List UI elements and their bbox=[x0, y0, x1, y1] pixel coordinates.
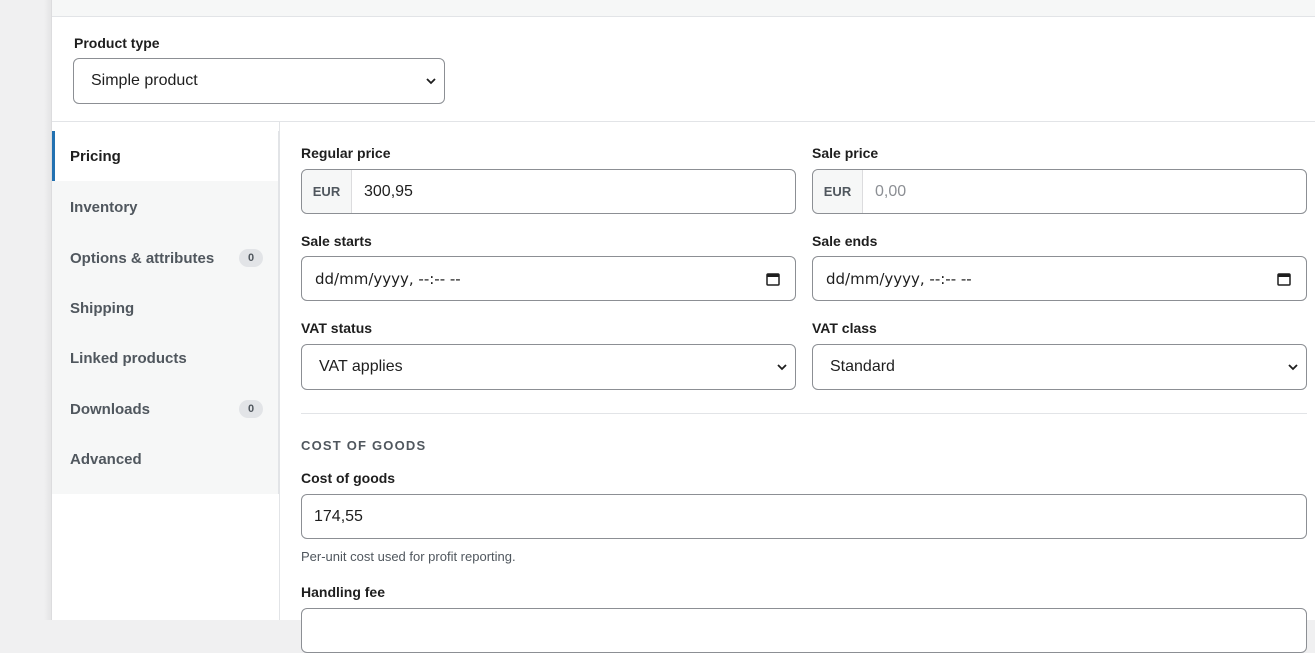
product-type-select[interactable]: Simple product bbox=[73, 58, 445, 104]
sale-starts-label: Sale starts bbox=[301, 233, 372, 249]
product-type-value: Simple product bbox=[91, 72, 198, 89]
vat-class-select[interactable]: Standard bbox=[812, 344, 1307, 390]
regular-price-field[interactable]: EUR 300,95 bbox=[301, 169, 796, 214]
vat-status-select[interactable]: VAT applies bbox=[301, 344, 796, 390]
regular-price-label: Regular price bbox=[301, 145, 391, 161]
calendar-icon[interactable] bbox=[765, 271, 781, 287]
sale-price-field[interactable]: EUR 0,00 bbox=[812, 169, 1307, 214]
sale-starts-field[interactable]: dd/mm/yyyy, --:-- -- bbox=[301, 256, 796, 301]
sale-price-label: Sale price bbox=[812, 145, 879, 161]
tab-linked-products[interactable]: Linked products bbox=[52, 333, 278, 383]
count-badge: 0 bbox=[239, 249, 263, 267]
product-data-panel: Product type Simple product Pricing Inve… bbox=[51, 0, 1315, 653]
sale-starts-value: dd/mm/yyyy, --:-- -- bbox=[315, 269, 461, 288]
cost-of-goods-value: 174,55 bbox=[314, 507, 363, 525]
tab-pricing[interactable]: Pricing bbox=[52, 131, 278, 181]
calendar-icon[interactable] bbox=[1276, 271, 1292, 287]
tab-options-attributes[interactable]: Options & attributes 0 bbox=[52, 233, 278, 283]
sale-ends-label: Sale ends bbox=[812, 233, 878, 249]
tab-label: Options & attributes bbox=[70, 249, 215, 267]
cost-of-goods-label: Cost of goods bbox=[301, 470, 396, 486]
tab-label: Downloads bbox=[70, 400, 151, 418]
regular-price-value: 300,95 bbox=[364, 182, 413, 200]
tab-downloads[interactable]: Downloads 0 bbox=[52, 384, 278, 434]
sale-ends-value: dd/mm/yyyy, --:-- -- bbox=[826, 269, 972, 288]
section-divider bbox=[301, 413, 1307, 414]
tab-advanced[interactable]: Advanced bbox=[52, 434, 278, 484]
chevron-down-icon bbox=[777, 364, 787, 371]
tabs-divider bbox=[279, 122, 280, 620]
tab-label: Advanced bbox=[70, 450, 142, 468]
chevron-down-icon bbox=[426, 78, 436, 85]
tab-label: Pricing bbox=[70, 147, 121, 165]
cost-of-goods-help: Per-unit cost used for profit reporting. bbox=[301, 549, 516, 564]
cost-of-goods-field[interactable]: 174,55 bbox=[301, 494, 1307, 539]
tab-label: Shipping bbox=[70, 299, 135, 317]
vat-class-label: VAT class bbox=[812, 320, 877, 336]
panel-header-bar bbox=[52, 0, 1315, 17]
header-divider bbox=[52, 121, 1315, 122]
sale-ends-field[interactable]: dd/mm/yyyy, --:-- -- bbox=[812, 256, 1307, 301]
handling-fee-label: Handling fee bbox=[301, 584, 386, 600]
tab-inventory[interactable]: Inventory bbox=[52, 182, 278, 232]
tab-label: Linked products bbox=[70, 349, 187, 367]
admin-sidebar-edge bbox=[0, 0, 51, 620]
count-badge: 0 bbox=[239, 400, 263, 418]
product-data-tabs: Pricing Inventory Options & attributes 0… bbox=[52, 131, 279, 494]
tab-shipping[interactable]: Shipping bbox=[52, 283, 278, 333]
handling-fee-field[interactable] bbox=[301, 608, 1307, 653]
vat-status-value: VAT applies bbox=[319, 358, 403, 375]
currency-prefix: EUR bbox=[302, 170, 352, 213]
vat-class-value: Standard bbox=[830, 358, 895, 375]
cost-of-goods-heading: COST OF GOODS bbox=[301, 438, 427, 453]
vat-status-label: VAT status bbox=[301, 320, 373, 336]
chevron-down-icon bbox=[1288, 364, 1298, 371]
tab-label: Inventory bbox=[70, 198, 138, 216]
product-type-label: Product type bbox=[74, 35, 160, 51]
currency-prefix: EUR bbox=[813, 170, 863, 213]
sale-price-placeholder: 0,00 bbox=[875, 182, 907, 200]
